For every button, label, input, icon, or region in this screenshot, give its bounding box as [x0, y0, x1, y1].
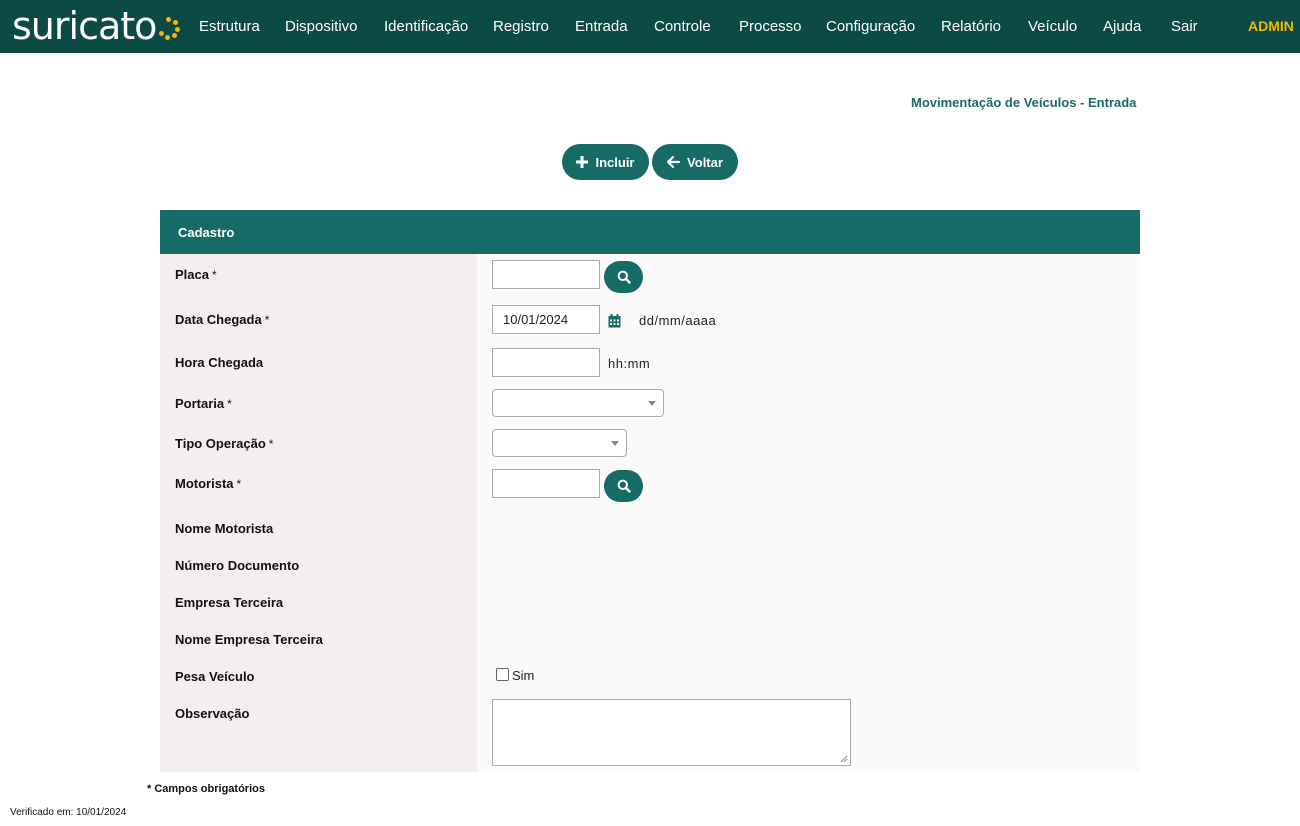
placa-label: Placa * — [175, 267, 217, 282]
data-chegada-input[interactable] — [492, 305, 600, 334]
cadastro-panel: Cadastro Placa * Data Chegada * Hora Chega… — [160, 210, 1140, 772]
suricato-logo[interactable]: suricato — [12, 2, 181, 50]
arrow-left-icon — [667, 156, 681, 168]
date-format-hint: dd/mm/aaaa — [639, 313, 717, 328]
motorista-search-button[interactable] — [604, 470, 643, 502]
required-fields-note: * Campos obrigatórios — [147, 783, 265, 795]
nome-empresa-terceira-label: Nome Empresa Terceira — [175, 632, 323, 647]
verified-date: Verificado em: 10/01/2024 — [10, 807, 127, 818]
hora-chegada-label: Hora Chegada — [175, 355, 264, 370]
top-navbar: suricato Estrutura Dispositivo Identific… — [0, 0, 1300, 53]
time-format-hint: hh:mm — [608, 356, 651, 371]
numero-documento-label: Número Documento — [175, 558, 300, 573]
nav-sair[interactable]: Sair — [1171, 18, 1198, 35]
nav-veiculo[interactable]: Veículo — [1028, 18, 1077, 35]
nav-configuracao[interactable]: Configuração — [826, 18, 915, 35]
resize-grip-icon[interactable] — [840, 755, 848, 763]
observacao-textarea[interactable] — [492, 699, 851, 766]
portaria-label: Portaria * — [175, 396, 232, 411]
hora-chegada-input[interactable] — [492, 348, 600, 377]
tipo-operacao-select[interactable] — [492, 429, 627, 457]
pesa-veiculo-label: Pesa Veículo — [175, 669, 255, 684]
pesa-veiculo-option-label[interactable]: Sim — [512, 668, 534, 683]
include-button-label: Incluir — [595, 154, 635, 170]
chevron-down-icon — [648, 401, 656, 406]
search-icon — [617, 479, 631, 493]
back-button[interactable]: Voltar — [652, 144, 738, 180]
include-button[interactable]: Incluir — [562, 144, 649, 180]
pesa-veiculo-checkbox[interactable] — [496, 668, 509, 681]
current-user[interactable]: ADMIN — [1248, 18, 1294, 34]
motorista-input[interactable] — [492, 469, 600, 498]
nav-dispositivo[interactable]: Dispositivo — [285, 18, 358, 35]
page-title: Movimentação de Veículos - Entrada — [911, 95, 1137, 110]
nav-estrutura[interactable]: Estrutura — [199, 18, 260, 35]
empresa-terceira-label: Empresa Terceira — [175, 595, 284, 610]
plus-icon — [576, 156, 589, 168]
nav-identificacao[interactable]: Identificação — [384, 18, 468, 35]
label-column — [160, 254, 477, 772]
search-icon — [617, 270, 631, 284]
motorista-label: Motorista * — [175, 476, 242, 491]
placa-search-button[interactable] — [604, 261, 643, 293]
back-button-label: Voltar — [687, 154, 723, 170]
placa-input[interactable] — [492, 260, 600, 289]
logo-text: suricato — [12, 4, 157, 48]
nav-processo[interactable]: Processo — [739, 18, 802, 35]
calendar-icon[interactable] — [608, 314, 621, 328]
chevron-down-icon — [611, 441, 619, 446]
nav-registro[interactable]: Registro — [493, 18, 549, 35]
logo-dots-icon — [158, 17, 181, 40]
data-chegada-label: Data Chegada * — [175, 312, 270, 327]
nome-motorista-label: Nome Motorista — [175, 521, 274, 536]
panel-header: Cadastro — [160, 210, 1140, 254]
nav-entrada[interactable]: Entrada — [575, 18, 628, 35]
tipo-operacao-label: Tipo Operação * — [175, 436, 274, 451]
nav-controle[interactable]: Controle — [654, 18, 711, 35]
nav-ajuda[interactable]: Ajuda — [1103, 18, 1141, 35]
observacao-label: Observação — [175, 706, 250, 721]
portaria-select[interactable] — [492, 389, 664, 417]
nav-relatorio[interactable]: Relatório — [941, 18, 1001, 35]
section-title: Cadastro — [178, 225, 235, 240]
